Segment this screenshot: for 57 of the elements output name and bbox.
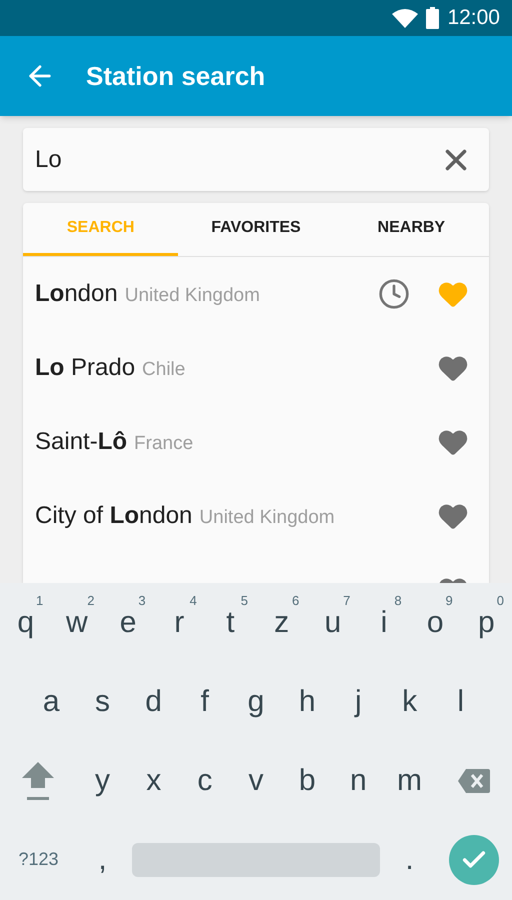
keyboard-key[interactable]: b (282, 741, 333, 820)
key-hint: 2 (87, 592, 94, 610)
backspace-icon (456, 768, 491, 794)
country-name: United Kingdom (199, 506, 335, 530)
keyboard-key[interactable]: j (332, 662, 384, 741)
clock-time: 12:00 (447, 5, 500, 32)
battery-icon (426, 7, 440, 29)
shift-icon (21, 760, 56, 802)
country-name: France (134, 432, 194, 456)
keyboard-key[interactable]: 8 i (358, 583, 410, 662)
key-hint: 9 (446, 592, 453, 610)
keyboard-key[interactable]: n (332, 741, 384, 820)
keyboard-key[interactable]: l (435, 662, 486, 741)
app-bar-title: Station search (86, 60, 266, 92)
keyboard-key[interactable]: 3 e (102, 583, 154, 662)
keyboard-key[interactable]: . (384, 820, 436, 899)
key-hint: 0 (496, 592, 504, 610)
keyboard-key[interactable]: 1 q (0, 583, 52, 662)
keyboard-key[interactable]: d (128, 662, 180, 741)
key-hint: 1 (36, 592, 44, 610)
keyboard-key[interactable]: v (230, 741, 282, 820)
key-hint: 6 (292, 592, 300, 610)
keyboard-key[interactable]: 7 u (307, 583, 358, 662)
key-hint: 8 (394, 592, 402, 610)
keyboard-key[interactable]: 9 o (410, 583, 461, 662)
keyboard-key[interactable]: h (282, 662, 333, 741)
key-hint: 3 (138, 592, 146, 610)
keyboard-key[interactable]: 6 z (256, 583, 308, 662)
keyboard-key[interactable]: k (384, 662, 436, 741)
key-hint: 4 (190, 592, 197, 610)
search-field[interactable]: Lo (23, 128, 489, 191)
station-name: Saint-Lô (35, 427, 128, 457)
country-name: United Kingdom (124, 284, 260, 308)
keyboard-key[interactable]: g (230, 662, 282, 741)
station-name: London (35, 279, 118, 309)
wifi-icon (392, 8, 418, 28)
keyboard-key[interactable]: 5 t (204, 583, 256, 662)
keyboard-key[interactable]: 2 w (51, 583, 102, 662)
search-input[interactable]: Lo (35, 142, 439, 178)
key-hint: 5 (240, 592, 248, 610)
keyboard-key[interactable]: a (26, 662, 77, 741)
keyboard-key[interactable]: 0 p (460, 583, 512, 662)
keyboard-key[interactable]: , (76, 820, 128, 899)
station-name: City of London (35, 501, 192, 531)
tab[interactable]: FAVORITES (178, 203, 334, 256)
station-name: Lo Prado (35, 353, 136, 383)
keyboard-key[interactable]: f (179, 662, 230, 741)
tab[interactable]: NEARBY (334, 203, 489, 256)
keyboard-key[interactable]: y (76, 741, 128, 820)
key-hint: 7 (343, 592, 350, 610)
keyboard-key[interactable]: c (179, 741, 230, 820)
keyboard-key[interactable]: 4 r (154, 583, 205, 662)
keyboard-key[interactable]: x (128, 741, 180, 820)
keyboard-key[interactable]: m (384, 741, 436, 820)
keyboard-key[interactable]: s (76, 662, 128, 741)
country-name: Chile (142, 358, 186, 382)
symbols-key[interactable]: ?123 (0, 820, 77, 899)
